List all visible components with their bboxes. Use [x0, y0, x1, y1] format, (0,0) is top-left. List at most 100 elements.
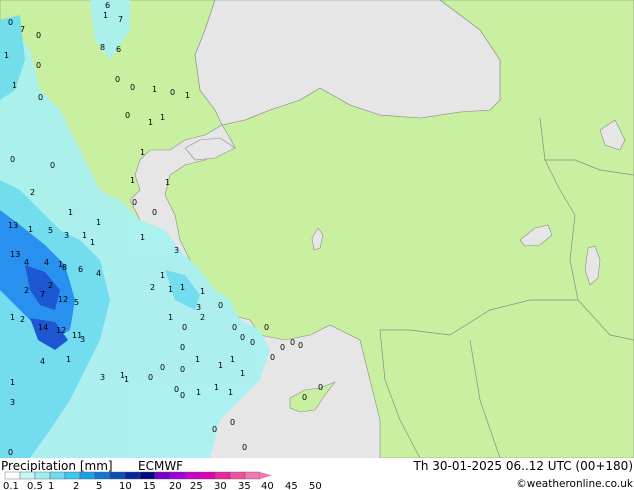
rain-amount-label: 4: [24, 258, 29, 267]
rain-amount-label: 4: [44, 258, 49, 267]
rain-amount-label: 3: [10, 398, 15, 407]
rain-amount-label: 1: [214, 383, 219, 392]
scale-tick-label: 1: [48, 481, 54, 490]
rain-amount-label: 2: [48, 281, 53, 290]
rain-amount-label: 1: [180, 283, 185, 292]
rain-amount-label: 1: [124, 375, 129, 384]
scale-swatch: [124, 471, 141, 480]
scale-swatch: [214, 471, 231, 480]
rain-amount-label: 0: [50, 161, 55, 170]
scale-tick-labels: 0.1 0.5 1 2 5 10 15 20 25 30 35 40 45 50: [3, 481, 322, 490]
rain-amount-label: 1: [68, 208, 73, 217]
rain-amount-label: 1: [140, 148, 145, 157]
rain-amount-label: 2: [24, 286, 29, 295]
rain-amount-label: 1: [168, 285, 173, 294]
rain-amount-label: 1: [103, 11, 108, 20]
rain-amount-label: 7: [20, 25, 25, 34]
valid-time: Th 30-01-2025 06..12 UTC (00+180): [413, 459, 633, 473]
scale-tick-label: 20: [169, 481, 182, 490]
rain-amount-label: 6: [116, 45, 121, 54]
rain-amount-label: 5: [74, 298, 79, 307]
rain-amount-label: 2: [30, 188, 35, 197]
rain-amount-label: 1: [82, 231, 87, 240]
scale-tick-label: 25: [190, 481, 203, 490]
scale-swatch: [139, 471, 156, 480]
rain-amount-label: 0: [250, 338, 255, 347]
rain-amount-label: 1: [10, 378, 15, 387]
rain-amount-label: 0: [180, 365, 185, 374]
rain-amount-label: 0: [302, 393, 307, 402]
scale-swatch: [109, 471, 126, 480]
rain-amount-label: 8: [62, 263, 67, 272]
rain-amount-label: 8: [100, 43, 105, 52]
rain-amount-label: 1: [165, 178, 170, 187]
rain-amount-label: 3: [80, 335, 85, 344]
rain-amount-label: 1: [10, 313, 15, 322]
rain-amount-label: 1: [130, 176, 135, 185]
rain-amount-label: 3: [196, 303, 201, 312]
rain-amount-label: 0: [160, 363, 165, 372]
rain-amount-label: 0: [130, 83, 135, 92]
rain-amount-label: 1: [200, 287, 205, 296]
rain-amount-label: 1: [195, 355, 200, 364]
scale-swatch: [244, 471, 261, 480]
rain-amount-label: 2: [200, 313, 205, 322]
rain-amount-label: 0: [180, 391, 185, 400]
scale-tick-label: 5: [96, 481, 102, 490]
rain-amount-label: 0: [125, 111, 130, 120]
rain-amount-label: 0: [180, 343, 185, 352]
rain-amount-label: 7: [40, 290, 45, 299]
color-scale: [4, 471, 272, 480]
scale-tick-label: 0.5: [27, 481, 43, 490]
rain-amount-label: 0: [264, 323, 269, 332]
scale-swatch: [64, 471, 81, 480]
rain-amount-label: 0: [270, 353, 275, 362]
rain-amount-label: 2: [20, 315, 25, 324]
rain-amount-label: 0: [240, 333, 245, 342]
rain-amount-label: 0: [38, 93, 43, 102]
credit: ©weatheronline.co.uk: [516, 478, 634, 490]
rain-amount-label: 13: [8, 221, 18, 230]
rain-amount-label: 0: [212, 425, 217, 434]
scale-swatch: [184, 471, 201, 480]
rain-amount-label: 1: [90, 238, 95, 247]
rain-amount-label: 0: [132, 198, 137, 207]
rain-amount-label: 0: [182, 323, 187, 332]
legend-bar: Precipitation [mm] ECMWF Th 30-01-2025 0…: [0, 458, 634, 490]
rain-amount-label: 1: [12, 81, 17, 90]
product-title: Precipitation [mm]: [1, 459, 113, 473]
rain-amount-label: 1: [66, 355, 71, 364]
rain-amount-label: 1: [160, 271, 165, 280]
rain-amount-label: 1: [228, 388, 233, 397]
rain-amount-label: 5: [48, 226, 53, 235]
rain-amount-label: 1: [218, 361, 223, 370]
rain-amount-label: 1: [140, 233, 145, 242]
rain-amount-label: 0: [8, 448, 13, 457]
scale-swatch: [49, 471, 66, 480]
scale-swatch: [79, 471, 96, 480]
rain-amount-label: 1: [160, 113, 165, 122]
rain-amount-label: 7: [118, 15, 123, 24]
rain-amount-label: 3: [100, 373, 105, 382]
rain-amount-label: 0: [8, 18, 13, 27]
scale-swatch: [34, 471, 51, 480]
precipitation-map: 71 76801106000010110 111010210101131 53 1131…: [0, 0, 634, 458]
rain-amount-label: 0: [36, 31, 41, 40]
model-name: ECMWF: [138, 459, 183, 473]
rain-amount-label: 1: [240, 369, 245, 378]
scale-swatch: [94, 471, 111, 480]
rain-amount-label: 0: [298, 341, 303, 350]
scale-tick-label: 2: [73, 481, 79, 490]
scale-swatch: [229, 471, 246, 480]
rain-amount-label: 0: [318, 383, 323, 392]
rain-amount-label: 1: [148, 118, 153, 127]
rain-amount-label: 14: [38, 323, 48, 332]
rain-amount-label: 6: [78, 265, 83, 274]
scale-overflow-arrow: [260, 472, 272, 479]
scale-tick-label: 0.1: [3, 481, 19, 490]
rain-amount-label: 0: [280, 343, 285, 352]
rain-amount-label: 6: [105, 1, 110, 10]
scale-tick-label: 10: [119, 481, 132, 490]
rain-amount-label: 1: [230, 355, 235, 364]
scale-tick-label: 30: [214, 481, 227, 490]
